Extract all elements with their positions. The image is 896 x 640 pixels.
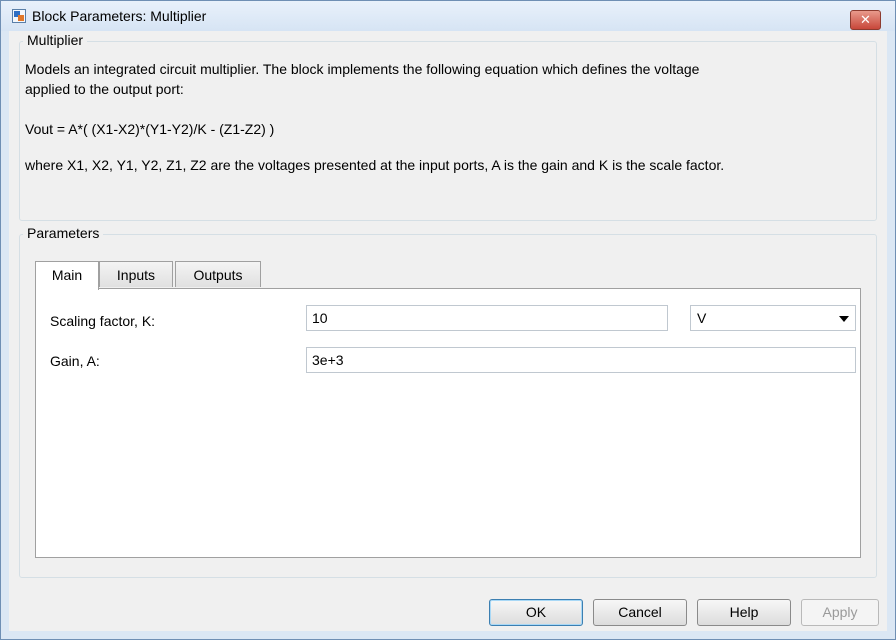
dialog-client-area: Multiplier Models an integrated circuit …: [9, 31, 887, 631]
close-button[interactable]: ✕: [850, 10, 881, 30]
scaling-unit-value: V: [697, 310, 707, 326]
equation-text: Vout = A*( (X1-X2)*(Y1-Y2)/K - (Z1-Z2) ): [25, 121, 275, 137]
tab-main-label: Main: [51, 267, 83, 283]
tab-main[interactable]: Main: [35, 261, 99, 290]
cancel-button[interactable]: Cancel: [593, 599, 687, 626]
scaling-factor-input[interactable]: 10: [306, 305, 668, 331]
description-group-title: Multiplier: [23, 32, 88, 48]
tab-inputs-label: Inputs: [116, 267, 156, 283]
dialog-window: Block Parameters: Multiplier ✕ Multiplie…: [0, 0, 896, 640]
title-bar: Block Parameters: Multiplier ✕: [1, 1, 895, 31]
description-text: Models an integrated circuit multiplier.…: [25, 59, 875, 99]
tab-panel-main: Scaling factor, K: 10 V Gain, A: 3e+3: [35, 288, 861, 558]
apply-button[interactable]: Apply: [801, 599, 879, 626]
gain-input[interactable]: 3e+3: [306, 347, 856, 373]
close-icon: ✕: [860, 12, 871, 27]
tab-outputs-label: Outputs: [193, 267, 243, 283]
parameters-group-title: Parameters: [23, 225, 104, 241]
simulink-block-icon: [12, 9, 26, 23]
tab-inputs[interactable]: Inputs: [99, 261, 173, 287]
description-line-2: applied to the output port:: [25, 81, 184, 97]
help-button[interactable]: Help: [697, 599, 791, 626]
gain-label: Gain, A:: [50, 353, 100, 369]
description-line-1: Models an integrated circuit multiplier.…: [25, 61, 700, 77]
tab-outputs[interactable]: Outputs: [175, 261, 261, 287]
chevron-down-icon: [839, 316, 849, 322]
where-text: where X1, X2, Y1, Y2, Z1, Z2 are the vol…: [25, 157, 725, 173]
scaling-unit-select[interactable]: V: [690, 305, 856, 331]
ok-button[interactable]: OK: [489, 599, 583, 626]
scaling-factor-label: Scaling factor, K:: [50, 313, 156, 329]
window-title: Block Parameters: Multiplier: [32, 8, 207, 24]
